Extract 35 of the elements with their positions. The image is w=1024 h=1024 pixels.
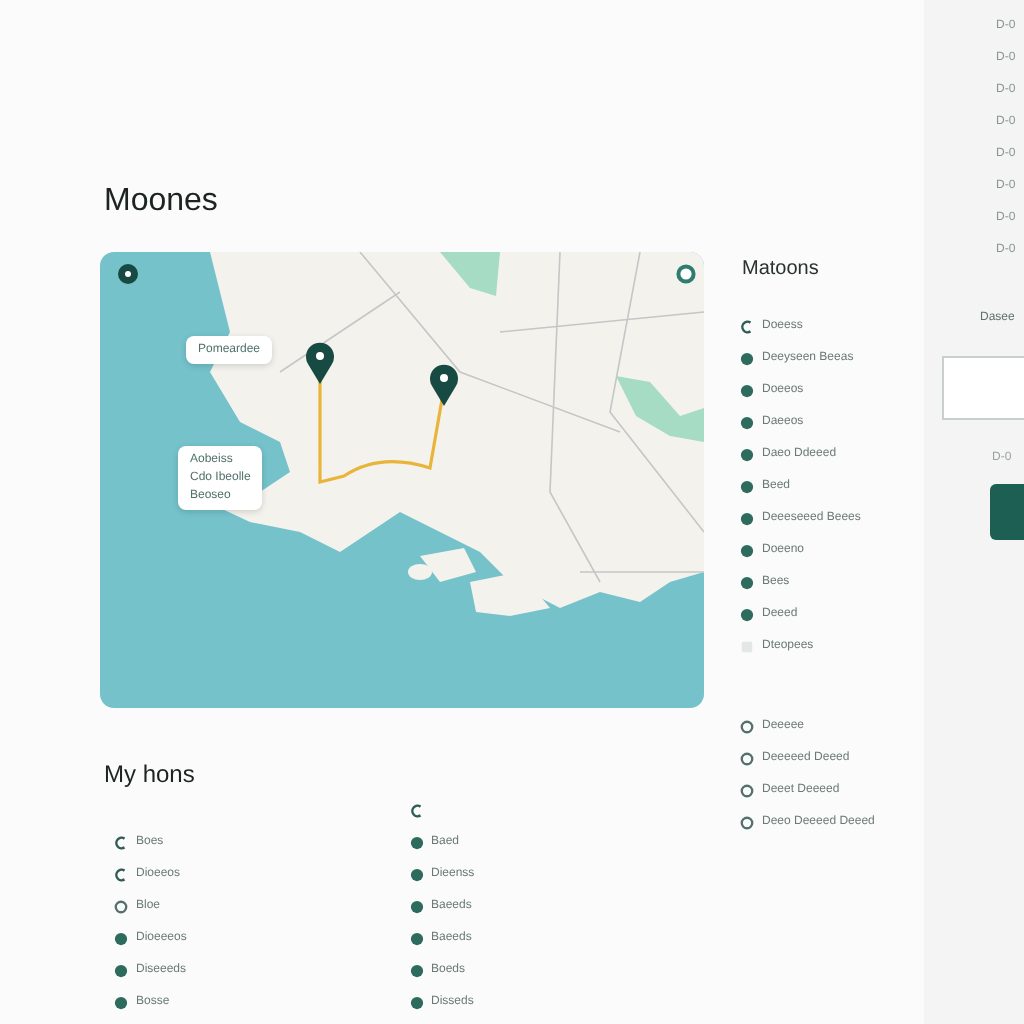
target-icon[interactable] (676, 264, 696, 284)
circle-icon (740, 719, 754, 733)
location-icon[interactable] (118, 264, 138, 284)
place-icon (740, 511, 754, 525)
place-icon (740, 543, 754, 557)
section-title: Matoons (742, 258, 821, 280)
place-icon (740, 415, 754, 429)
place-icon (740, 383, 754, 397)
map-pin-icon[interactable] (304, 340, 336, 384)
place-icon (740, 607, 754, 621)
circle-icon (740, 751, 754, 765)
place-icon (114, 995, 128, 1009)
place-icon (409, 995, 423, 1009)
input-field[interactable] (942, 356, 1024, 420)
back-icon (409, 803, 423, 817)
circle-icon (740, 783, 754, 797)
page-title: Moones (104, 184, 220, 220)
place-icon (409, 931, 423, 945)
place-icon (740, 447, 754, 461)
place-icon (740, 575, 754, 589)
place-icon (409, 867, 423, 881)
place-icon (409, 899, 423, 913)
place-icon (740, 479, 754, 493)
place-icon (409, 835, 423, 849)
place-icon (740, 351, 754, 365)
back-icon (114, 835, 128, 849)
place-icon (114, 931, 128, 945)
section-title: My hons (104, 760, 197, 788)
circle-icon (114, 899, 128, 913)
place-icon (114, 963, 128, 977)
back-icon (740, 319, 754, 333)
circle-icon (740, 815, 754, 829)
map-pin-icon[interactable] (428, 362, 460, 406)
place-icon (409, 963, 423, 977)
back-icon (114, 867, 128, 881)
